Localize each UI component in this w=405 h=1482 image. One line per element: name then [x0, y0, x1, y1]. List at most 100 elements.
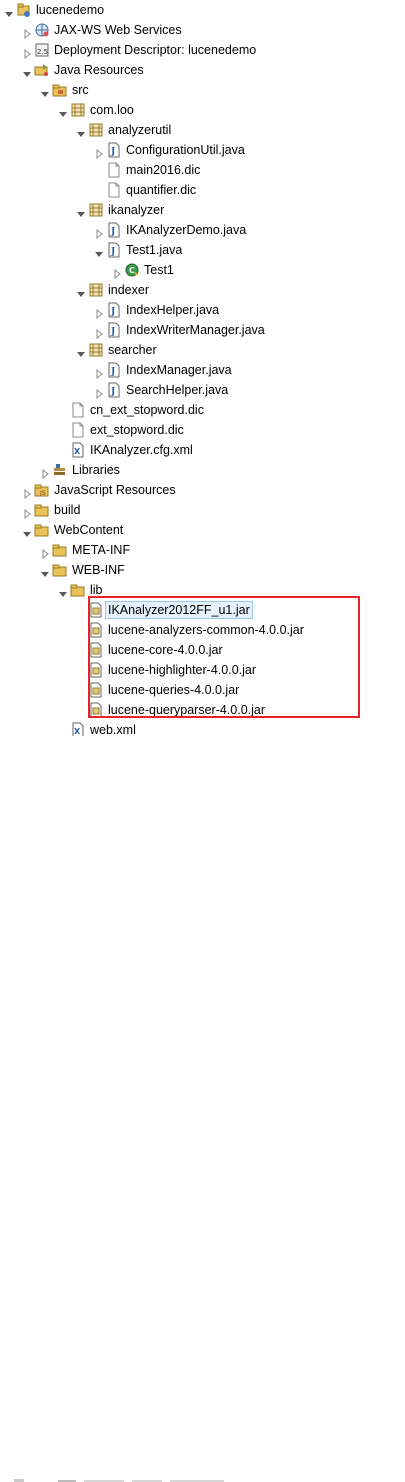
tree-item[interactable]: J Test1.java [0, 240, 405, 260]
expand-arrow-closed-icon[interactable] [112, 265, 122, 280]
svg-text:J: J [110, 147, 115, 157]
tree-item[interactable]: J IndexHelper.java [0, 300, 405, 320]
jar-file-icon [88, 682, 104, 698]
expand-arrow-open-icon[interactable] [40, 565, 50, 577]
tree-item-label: IKAnalyzerDemo.java [126, 223, 247, 237]
tree-item-label: lucene-highlighter-4.0.0.jar [108, 663, 257, 677]
tree-item[interactable]: JAX-WS Web Services [0, 20, 405, 40]
tree-item-label: WebContent [54, 523, 124, 537]
tree-item[interactable]: build [0, 500, 405, 520]
java-file-icon: J [106, 362, 122, 378]
tree-item[interactable]: X IKAnalyzer.cfg.xml [0, 440, 405, 460]
expand-arrow-closed-icon[interactable] [22, 45, 32, 60]
tree-bottom-edge [0, 736, 405, 1482]
project-icon [16, 2, 32, 18]
expand-arrow-open-icon[interactable] [4, 5, 14, 17]
java-file-icon: J [106, 322, 122, 338]
tree-item-label: META-INF [72, 543, 131, 557]
tree-item[interactable]: searcher [0, 340, 405, 360]
expand-arrow-closed-icon[interactable] [22, 485, 32, 500]
tree-item[interactable]: 2.5 Deployment Descriptor: lucenedemo [0, 40, 405, 60]
expand-arrow-open-icon[interactable] [40, 85, 50, 97]
tree-item-label: searcher [108, 343, 157, 357]
expand-arrow-open-icon[interactable] [22, 525, 32, 537]
libraries-icon [52, 462, 68, 478]
java-file-icon: J [106, 242, 122, 258]
tree-item[interactable]: com.loo [0, 100, 405, 120]
java-resources-icon [34, 62, 50, 78]
expand-arrow-closed-icon[interactable] [22, 505, 32, 520]
tree-item[interactable]: J IndexManager.java [0, 360, 405, 380]
expand-arrow-closed-icon[interactable] [94, 145, 104, 160]
expand-arrow-open-icon[interactable] [58, 585, 68, 597]
expand-arrow-open-icon[interactable] [22, 65, 32, 77]
tree-item-label: JavaScript Resources [54, 483, 176, 497]
svg-text:J: J [110, 247, 115, 257]
partially-visible-row [14, 1474, 274, 1482]
expand-arrow-closed-icon[interactable] [22, 25, 32, 40]
java-file-icon: J [106, 302, 122, 318]
package-icon [88, 122, 104, 138]
tree-item[interactable]: ikanalyzer [0, 200, 405, 220]
expand-arrow-closed-icon[interactable] [40, 465, 50, 480]
tree-item[interactable]: quantifier.dic [0, 180, 405, 200]
tree-item[interactable]: analyzerutil [0, 120, 405, 140]
tree-item[interactable]: lucene-highlighter-4.0.0.jar [0, 660, 405, 680]
folder-icon [34, 522, 50, 538]
tree-item[interactable]: WEB-INF [0, 560, 405, 580]
tree-item[interactable]: META-INF [0, 540, 405, 560]
deployment-descriptor-icon: 2.5 [34, 42, 50, 58]
tree-item[interactable]: lucenedemo [0, 0, 405, 20]
tree-item[interactable]: ext_stopword.dic [0, 420, 405, 440]
tree-item[interactable]: J SearchHelper.java [0, 380, 405, 400]
expand-arrow-closed-icon[interactable] [40, 545, 50, 560]
expand-arrow-open-icon[interactable] [76, 125, 86, 137]
tree-item[interactable]: C Test1 [0, 260, 405, 280]
tree-item[interactable]: indexer [0, 280, 405, 300]
tree-item[interactable]: main2016.dic [0, 160, 405, 180]
tree-item[interactable]: WebContent [0, 520, 405, 540]
expand-arrow-open-icon[interactable] [94, 245, 104, 257]
tree-item-label: Test1.java [126, 243, 183, 257]
tree-item[interactable]: lib [0, 580, 405, 600]
tree-item-label: IndexWriterManager.java [126, 323, 265, 337]
tree-item[interactable]: lucene-core-4.0.0.jar [0, 640, 405, 660]
svg-text:X: X [74, 447, 81, 456]
svg-text:JS: JS [39, 490, 46, 497]
tree-item-label: SearchHelper.java [126, 383, 229, 397]
expand-arrow-closed-icon[interactable] [94, 385, 104, 400]
tree-item-label: IndexManager.java [126, 363, 232, 377]
tree-item-label: lucene-queryparser-4.0.0.jar [108, 703, 266, 717]
expand-arrow-closed-icon[interactable] [94, 325, 104, 340]
folder-icon [52, 562, 68, 578]
tree-item[interactable]: JS JavaScript Resources [0, 480, 405, 500]
expand-arrow-open-icon[interactable] [58, 105, 68, 117]
expand-arrow-closed-icon[interactable] [94, 365, 104, 380]
expand-arrow-closed-icon[interactable] [94, 305, 104, 320]
xml-file-icon: X [70, 442, 86, 458]
folder-icon [34, 502, 50, 518]
expand-arrow-open-icon[interactable] [76, 285, 86, 297]
tree-item[interactable]: lucene-analyzers-common-4.0.0.jar [0, 620, 405, 640]
tree-item-label: WEB-INF [72, 563, 125, 577]
tree-item[interactable]: J IndexWriterManager.java [0, 320, 405, 340]
tree-item[interactable]: J IKAnalyzerDemo.java [0, 220, 405, 240]
package-icon [70, 102, 86, 118]
jar-file-icon [88, 662, 104, 678]
expand-arrow-open-icon[interactable] [76, 345, 86, 357]
svg-text:C: C [129, 266, 135, 275]
tree-item[interactable]: IKAnalyzer2012FF_u1.jar [0, 600, 405, 620]
tree-item[interactable]: lucene-queries-4.0.0.jar [0, 680, 405, 700]
tree-item[interactable]: J ConfigurationUtil.java [0, 140, 405, 160]
svg-text:X: X [74, 727, 81, 736]
cut-off-row-glyphs [14, 1479, 224, 1482]
tree-item[interactable]: Java Resources [0, 60, 405, 80]
project-explorer-tree: lucenedemo JAX-WS Web Services 2.5 Deployme… [0, 0, 405, 746]
tree-item-label: lucenedemo [36, 3, 105, 17]
expand-arrow-open-icon[interactable] [76, 205, 86, 217]
expand-arrow-closed-icon[interactable] [94, 225, 104, 240]
tree-item[interactable]: cn_ext_stopword.dic [0, 400, 405, 420]
tree-item[interactable]: src [0, 80, 405, 100]
tree-item[interactable]: Libraries [0, 460, 405, 480]
tree-item[interactable]: lucene-queryparser-4.0.0.jar [0, 700, 405, 720]
